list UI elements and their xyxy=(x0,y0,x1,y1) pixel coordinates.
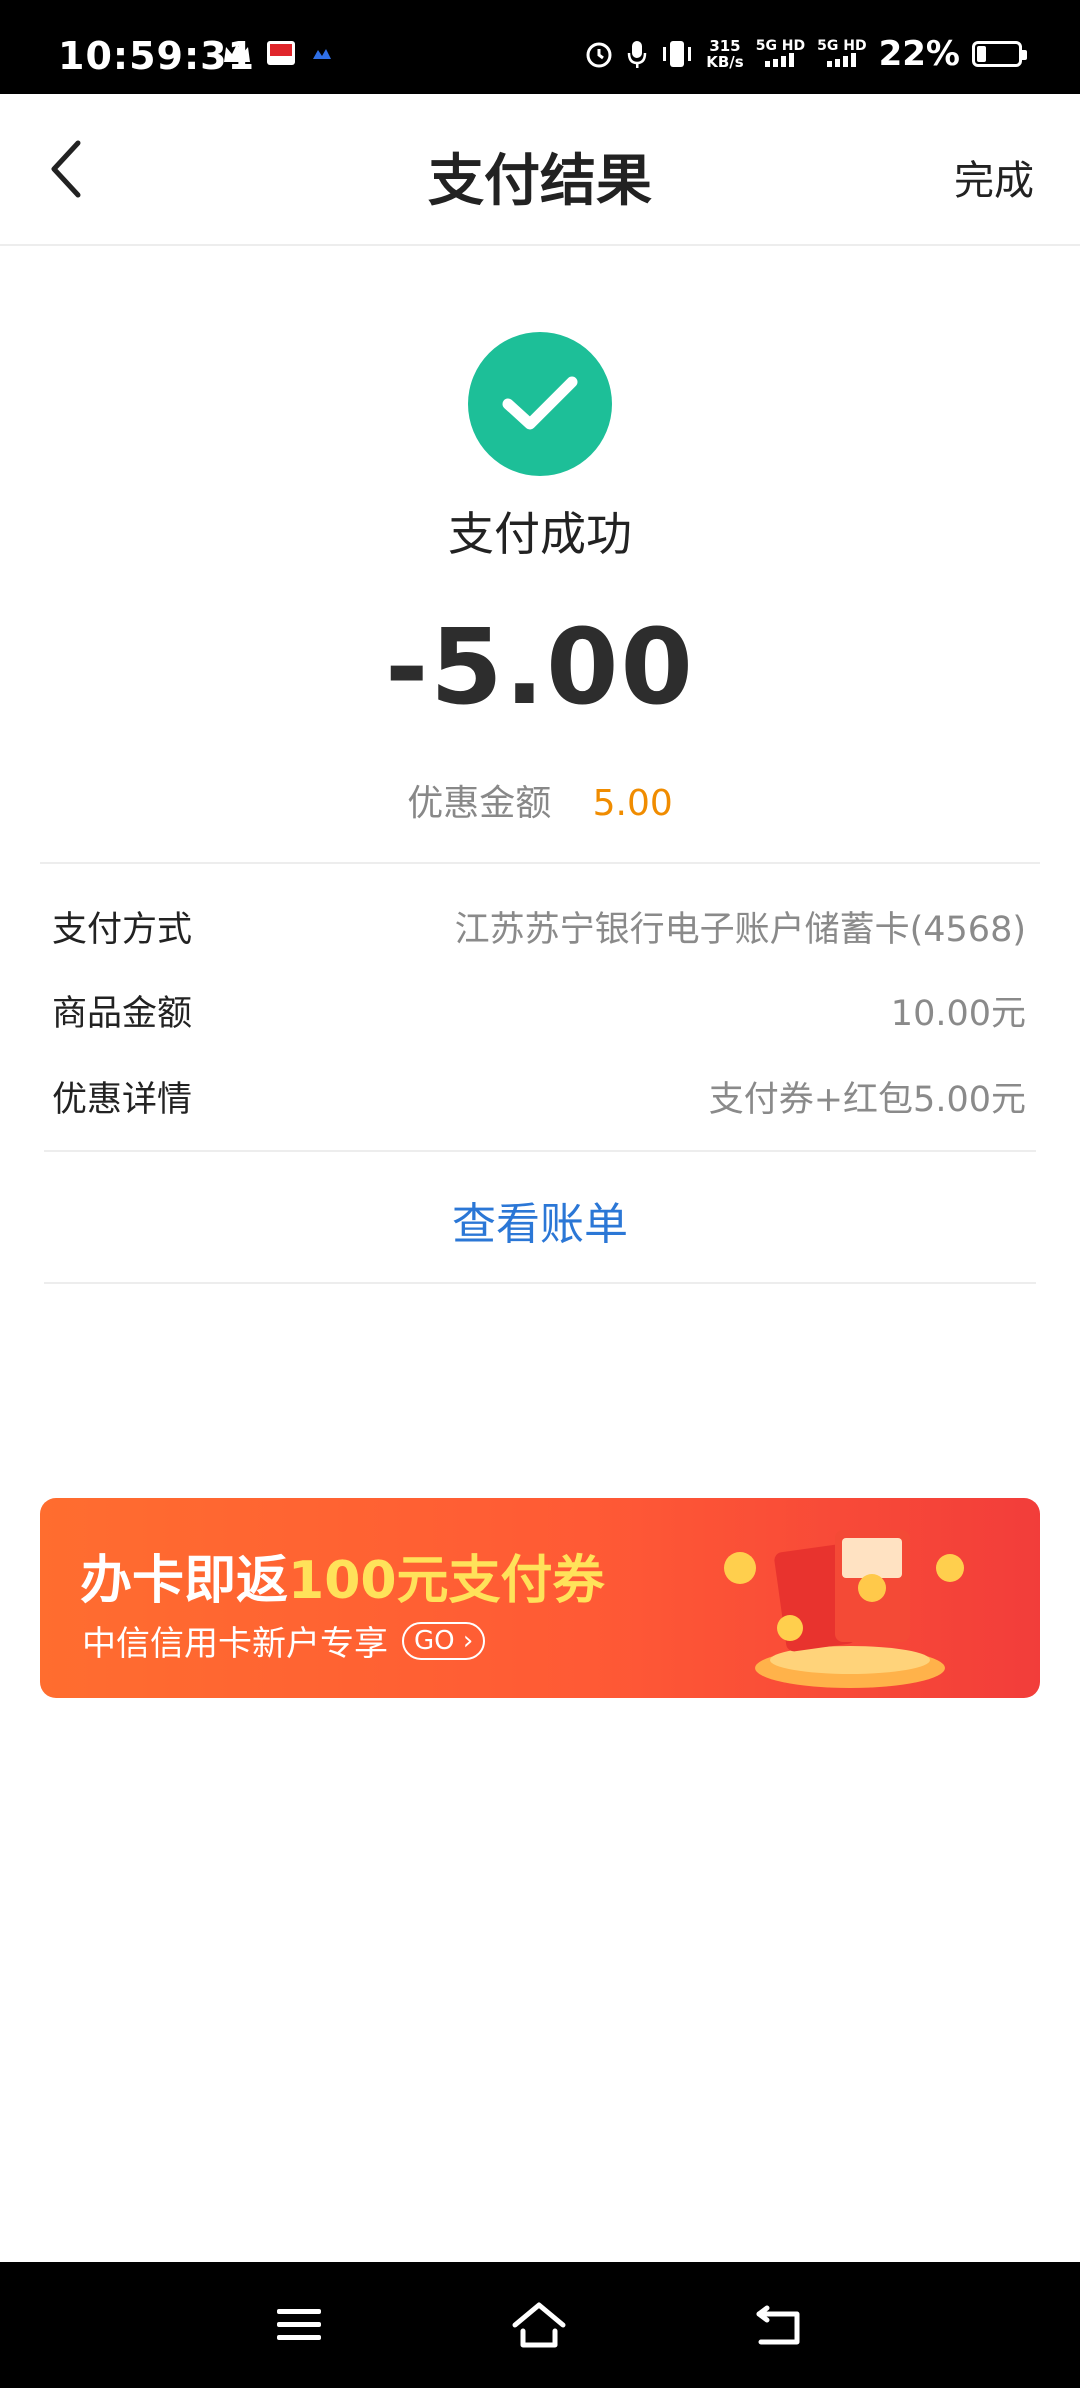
payment-status: 支付成功 xyxy=(448,507,632,561)
detail-row-payment-method: 支付方式 江苏苏宁银行电子账户储蓄卡(4568) xyxy=(52,896,1026,956)
app-notification-icon xyxy=(267,41,295,65)
banner-subtitle: 中信信用卡新户专享 GO › xyxy=(82,1616,486,1665)
microphone-icon xyxy=(627,41,647,68)
discount-label: 优惠金额 xyxy=(407,783,552,824)
done-button[interactable]: 完成 xyxy=(954,148,1034,206)
sim1-label: 5G HD xyxy=(755,37,806,54)
detail-key: 优惠详情 xyxy=(52,1079,193,1120)
battery-fill xyxy=(977,46,986,62)
checkmark-icon xyxy=(502,376,578,430)
banner-subtitle-text: 中信信用卡新户专享 xyxy=(82,1624,388,1664)
sim2-label: 5G HD xyxy=(817,37,867,54)
detail-value: 10.00元 xyxy=(890,993,1026,1034)
status-bar: 10:59:31 315 KB/s 5G HD 5G HD 22% xyxy=(0,0,1080,94)
page-title: 支付结果 xyxy=(428,149,652,214)
signal-icon xyxy=(826,52,856,67)
discount-summary: 优惠金额 5.00 xyxy=(0,774,1080,826)
back-nav-button[interactable] xyxy=(746,2292,812,2358)
home-icon xyxy=(512,2302,566,2348)
view-bill-link[interactable]: 查看账单 xyxy=(0,1188,1080,1252)
detail-value: 江苏苏宁银行电子账户储蓄卡(4568) xyxy=(454,909,1026,950)
notification-icons xyxy=(222,40,334,66)
return-icon xyxy=(756,2305,800,2345)
banner-title: 办卡即返100元支付券 xyxy=(80,1538,605,1613)
divider xyxy=(44,1150,1036,1152)
battery-icon xyxy=(972,41,1027,67)
signal-icon xyxy=(765,52,795,67)
go-label: GO xyxy=(414,1625,455,1656)
payment-amount: -5.00 xyxy=(385,606,695,728)
network-speed: 315 KB/s xyxy=(706,38,743,70)
menu-button[interactable] xyxy=(266,2292,332,2358)
detail-key: 支付方式 xyxy=(52,909,193,950)
banner-title-prefix: 办卡即返 xyxy=(80,1551,289,1611)
crown-icon xyxy=(224,44,250,62)
go-button[interactable]: GO › xyxy=(402,1621,486,1660)
divider xyxy=(40,862,1040,864)
detail-row-goods-amount: 商品金额 10.00元 xyxy=(52,980,1026,1040)
menu-icon xyxy=(277,2309,321,2340)
network-speed-unit: KB/s xyxy=(706,53,744,71)
cloud-notification-icon xyxy=(313,49,331,59)
alarm-icon xyxy=(586,42,612,68)
status-right: 315 KB/s 5G HD 5G HD 22% xyxy=(584,34,1027,74)
sim1-signal: 5G HD xyxy=(756,39,805,70)
detail-row-discount-detail: 优惠详情 支付券+红包5.00元 xyxy=(52,1066,1026,1126)
banner-title-highlight: 100元支付券 xyxy=(288,1551,605,1611)
network-speed-value: 315 xyxy=(709,37,741,55)
discount-value: 5.00 xyxy=(592,783,673,824)
divider xyxy=(44,1282,1036,1284)
battery-percent: 22% xyxy=(878,34,960,74)
detail-key: 商品金额 xyxy=(52,993,193,1034)
vibrate-icon xyxy=(663,41,692,67)
promo-banner[interactable]: 办卡即返100元支付券 中信信用卡新户专享 GO › xyxy=(40,1498,1040,1698)
red-envelope-illustration xyxy=(724,1530,964,1688)
success-icon xyxy=(468,332,612,476)
header: 支付结果 完成 xyxy=(0,94,1080,246)
sim2-signal: 5G HD xyxy=(817,37,867,70)
detail-value: 支付券+红包5.00元 xyxy=(708,1079,1026,1120)
system-nav-bar xyxy=(0,2262,1080,2388)
home-button[interactable] xyxy=(506,2292,572,2358)
